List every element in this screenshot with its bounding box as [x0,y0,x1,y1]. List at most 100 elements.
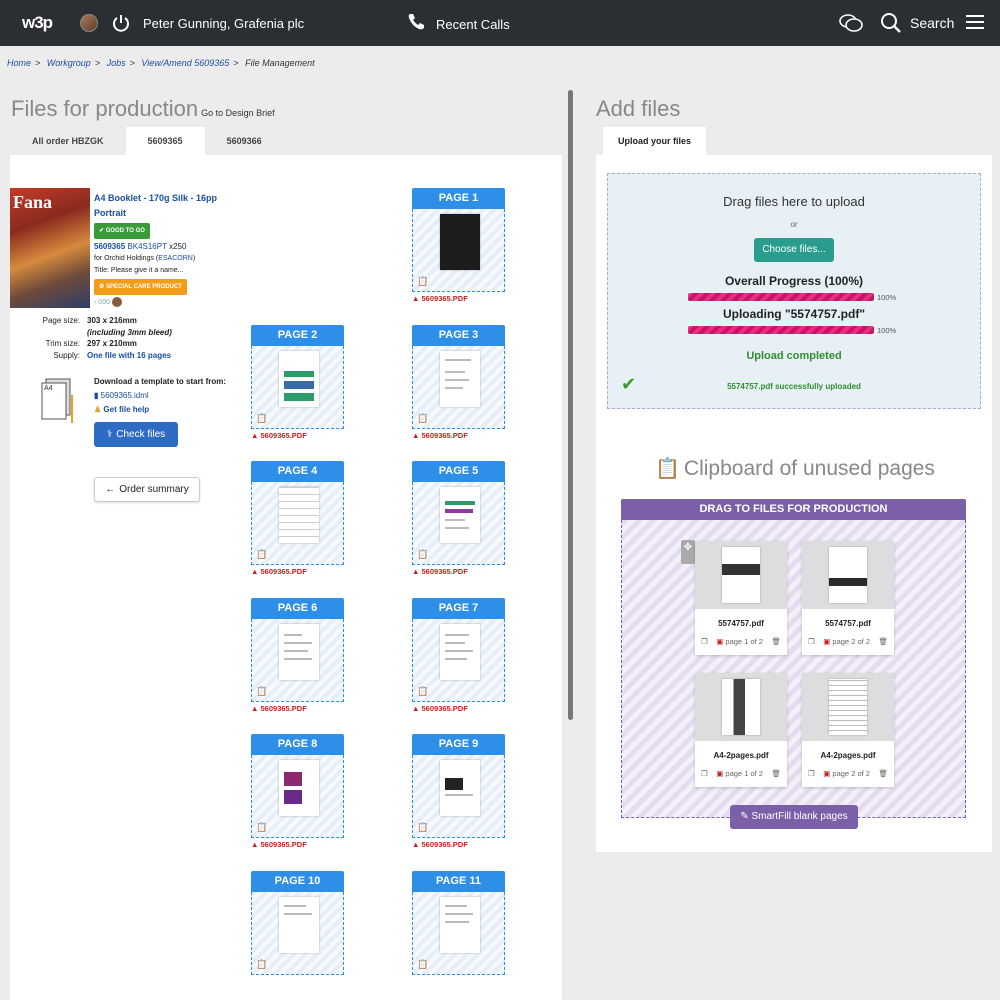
search-icon[interactable] [880,12,902,39]
page-slot[interactable]: PAGE 2 📋 ▲ 5609365.PDF [251,325,344,440]
chat-icon[interactable] [838,12,864,39]
breadcrumb-workgroup[interactable]: Workgroup [47,58,91,68]
breadcrumb-current: File Management [245,58,315,68]
power-icon[interactable] [111,13,131,38]
check-files-label: Check files [116,429,166,440]
page-file-name[interactable]: ▲ 5609365.PDF [412,567,468,576]
page-file-name[interactable]: ▲ 5609365.PDF [412,294,468,303]
page-slot[interactable]: PAGE 6 📋 ▲ 5609365.PDF [251,598,344,713]
page-slot[interactable]: PAGE 8 📋 ▲ 5609365.PDF [251,734,344,849]
page-slot[interactable]: PAGE 9 📋 ▲ 5609365.PDF [412,734,505,849]
tab-all-order[interactable]: All order HBZGK [10,127,126,155]
page-thumbnail [279,487,319,543]
idml-link[interactable]: 5609365.idml [101,391,149,400]
trash-icon[interactable]: 🗑 [771,769,781,778]
help-person-icon: ♟ [94,405,102,414]
product-name[interactable]: A4 Booklet - 170g Silk - 16pp [94,191,244,206]
dropzone-text: Drag files here to upload [723,194,865,209]
copy-icon[interactable]: ❐ [701,769,708,778]
page-file-name[interactable]: ▲ 5609365.PDF [251,567,307,576]
page-file-name[interactable]: ▲ 5609365.PDF [251,431,307,440]
customer-code-link[interactable]: ESACORN [158,255,193,262]
page-file-name[interactable]: ▲ 5609365.PDF [251,704,307,713]
clipboard-icon[interactable]: 📋 [256,413,267,424]
page-file-name[interactable]: ▲ 5609365.PDF [412,431,468,440]
uploading-progress-bar [688,326,874,334]
phone-icon[interactable] [407,12,425,35]
page-slot[interactable]: PAGE 1 📋 ▲ 5609365.PDF [412,188,505,303]
check-files-button[interactable]: ⚕ Check files [94,422,178,447]
user-name[interactable]: Peter Gunning, Grafenia plc [143,16,304,31]
page-slot[interactable]: PAGE 5 📋 ▲ 5609365.PDF [412,461,505,576]
job-title[interactable]: Title: Please give it a name... [94,265,244,277]
uploading-progress-percent: 100% [877,326,897,335]
clipboard-icon[interactable]: 📋 [417,413,428,424]
page-info: ▣ page 2 of 2 [823,637,870,646]
trash-icon[interactable]: 🗑 [771,637,781,646]
arrow-left-icon: ← [105,484,116,495]
good-to-go-text: GOOD TO GO [105,228,145,234]
clipboard-icon[interactable]: 📋 [417,686,428,697]
page-slot[interactable]: PAGE 4 📋 ▲ 5609365.PDF [251,461,344,576]
design-brief-link[interactable]: Go to Design Brief [201,108,275,118]
trash-icon[interactable]: 🗑 [878,637,888,646]
trash-icon[interactable]: 🗑 [878,769,888,778]
drag-to-production-header: DRAG TO FILES FOR PRODUCTION [621,499,966,520]
job-number[interactable]: 5609365 [94,242,125,251]
page-info: ▣ page 1 of 2 [716,637,763,646]
tab-5609366[interactable]: 5609366 [205,127,284,155]
order-summary-label: Order summary [119,484,189,495]
smartfill-button[interactable]: ✎ SmartFill blank pages [730,805,858,829]
breadcrumb-home[interactable]: Home [7,58,31,68]
panel-splitter[interactable] [568,90,573,720]
unused-page-card[interactable]: A4-2pages.pdf ❐ ▣ page 2 of 2 🗑 [802,673,894,787]
clipboard-icon[interactable]: 📋 [417,822,428,833]
page-label: PAGE 7 [412,598,505,619]
page-slot[interactable]: PAGE 10 📋 [251,871,344,975]
unused-page-card[interactable]: 5574757.pdf ❐ ▣ page 2 of 2 🗑 [802,541,894,655]
spec-value[interactable]: One file with 16 pages [87,350,171,362]
order-summary-button[interactable]: ← Order summary [94,477,200,502]
copy-icon[interactable]: ❐ [701,637,708,646]
breadcrumb-view-amend[interactable]: View/Amend 5609365 [141,58,229,68]
unused-page-card[interactable]: 5574757.pdf ❐ ▣ page 1 of 2 🗑 [695,541,787,655]
choose-files-button[interactable]: Choose files... [754,238,834,262]
tab-5609365[interactable]: 5609365 [125,127,205,155]
clipboard-icon[interactable]: 📋 [256,686,267,697]
page-file-name[interactable]: ▲ 5609365.PDF [412,840,468,849]
add-files-title: Add files [596,96,681,121]
breadcrumb-jobs[interactable]: Jobs [107,58,126,68]
page-slot[interactable]: PAGE 3 📋 ▲ 5609365.PDF [412,325,505,440]
page-slot[interactable]: PAGE 11 📋 [412,871,505,975]
recent-calls-link[interactable]: Recent Calls [436,17,510,32]
w3p-logo[interactable]: w3p [22,13,53,33]
unused-page-filename: A4-2pages.pdf [820,751,876,760]
search-label[interactable]: Search [910,15,954,31]
hamburger-menu-icon[interactable] [966,14,984,35]
section-title: Files for production [11,96,199,121]
copy-icon[interactable]: ❐ [808,637,815,646]
clipboard-icon[interactable]: 📋 [417,959,428,970]
page-label: PAGE 9 [412,734,505,755]
user-avatar[interactable] [80,14,98,32]
file-help-link[interactable]: Get file help [103,405,149,414]
unused-page-card[interactable]: A4-2pages.pdf ❐ ▣ page 1 of 2 🗑 [695,673,787,787]
smartfill-label: SmartFill blank pages [751,811,848,822]
page-slot[interactable]: PAGE 7 📋 ▲ 5609365.PDF [412,598,505,713]
spec-key: Page size: [42,316,80,325]
tab-upload-files[interactable]: Upload your files [603,127,707,155]
clipboard-icon[interactable]: 📋 [256,822,267,833]
page-thumbnail [440,351,480,407]
unused-page-preview [802,541,894,609]
spec-key [10,327,87,339]
page-label: PAGE 5 [412,461,505,482]
page-file-name[interactable]: ▲ 5609365.PDF [251,840,307,849]
unused-pages-area[interactable] [621,520,966,818]
clipboard-icon[interactable]: 📋 [256,959,267,970]
clipboard-icon[interactable]: 📋 [256,549,267,560]
page-file-name[interactable]: ▲ 5609365.PDF [412,704,468,713]
clipboard-icon[interactable]: 📋 [417,549,428,560]
clipboard-icon[interactable]: 📋 [417,276,428,287]
copy-icon[interactable]: ❐ [808,769,815,778]
move-handle-icon[interactable]: ✥ [681,540,695,564]
